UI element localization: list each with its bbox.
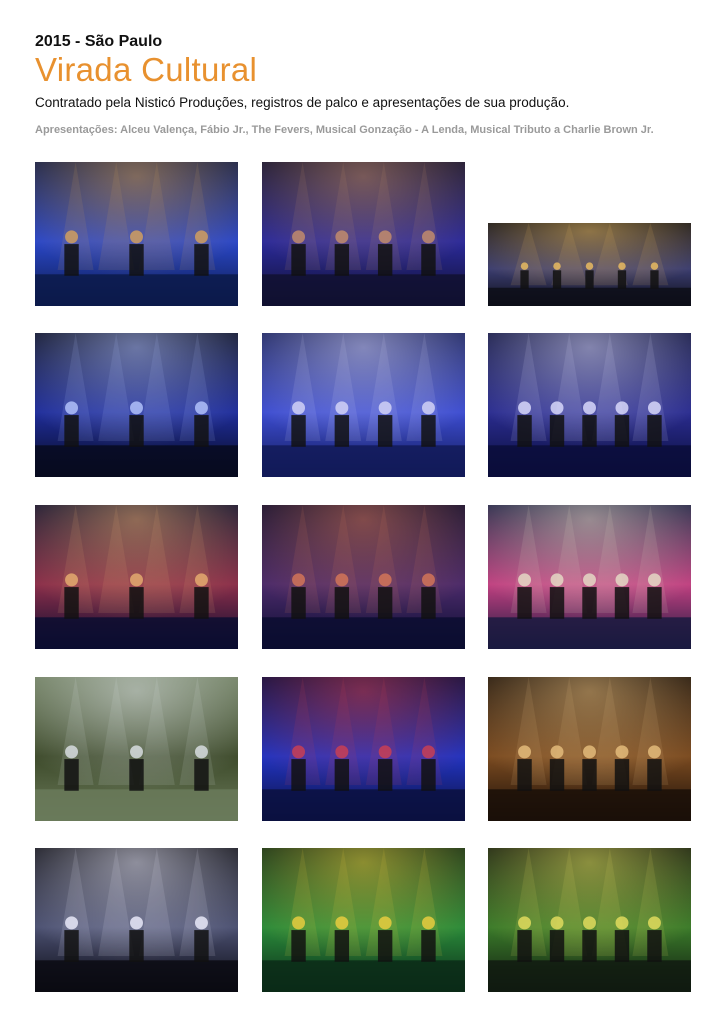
gallery-photo (262, 848, 465, 992)
gallery-photo (35, 333, 238, 477)
description-text: Contratado pela Nisticó Produções, regis… (35, 95, 570, 110)
page-title: Virada Cultural (35, 51, 258, 88)
gallery-photo (262, 505, 465, 649)
gallery-photo (488, 677, 691, 821)
gallery-photo (262, 333, 465, 477)
gallery-photo (35, 505, 238, 649)
performances-text: Apresentações: Alceu Valença, Fábio Jr.,… (35, 124, 654, 136)
gallery-photo (488, 333, 691, 477)
gallery-photo (488, 848, 691, 992)
year-city-heading: 2015 - São Paulo (35, 33, 163, 50)
header: 2015 - São Paulo Virada Cultural Contrat… (35, 32, 715, 137)
gallery-photo (35, 162, 238, 306)
gallery-photo (262, 677, 465, 821)
gallery-photo (35, 677, 238, 821)
gallery-photo (488, 505, 691, 649)
gallery-photo (262, 162, 465, 306)
gallery-photo (35, 848, 238, 992)
gallery-photo (488, 223, 691, 306)
